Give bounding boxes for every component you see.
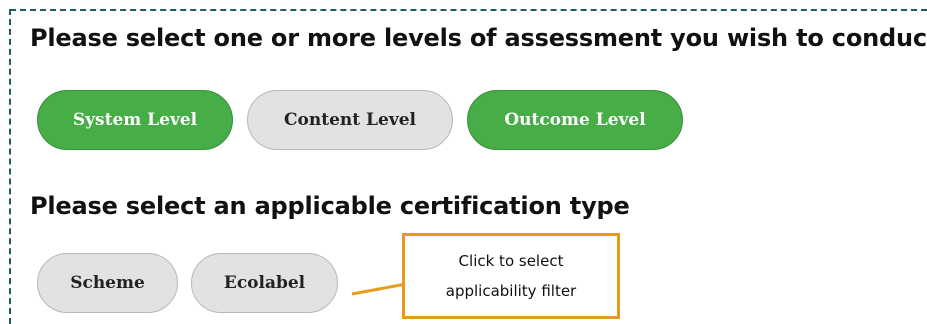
outcome-level-button[interactable]: Outcome Level — [467, 90, 683, 150]
certification-type-heading: Please select an applicable certificatio… — [30, 192, 630, 220]
callout-connector-line — [351, 282, 407, 296]
callout-box: Click to select applicability filter — [402, 233, 620, 319]
dashed-frame-top — [10, 9, 927, 11]
content-level-button[interactable]: Content Level — [247, 90, 453, 150]
callout-text-line-2: applicability filter — [445, 282, 577, 300]
ecolabel-button[interactable]: Ecolabel — [191, 253, 338, 313]
assessment-level-heading: Please select one or more levels of asse… — [30, 24, 927, 52]
system-level-button[interactable]: System Level — [37, 90, 233, 150]
callout-text-line-1: Click to select — [458, 252, 564, 270]
dashed-frame-left — [9, 9, 11, 324]
scheme-button[interactable]: Scheme — [37, 253, 178, 313]
